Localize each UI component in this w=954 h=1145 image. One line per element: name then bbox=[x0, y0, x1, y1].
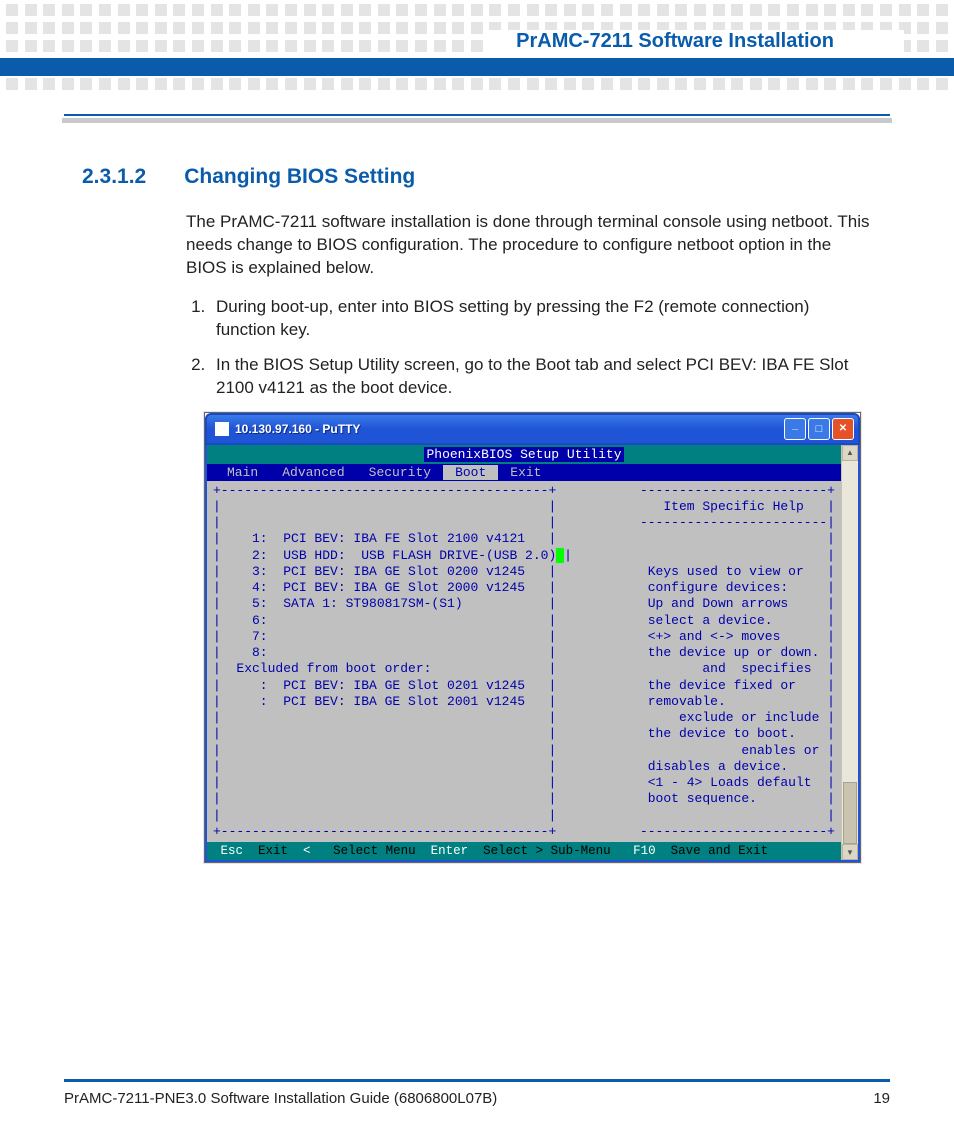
window-title: 10.130.97.160 - PuTTY bbox=[235, 422, 782, 436]
putty-screenshot: 10.130.97.160 - PuTTY PhoenixBIOS Setup … bbox=[204, 412, 861, 864]
content-area: 2.3.1.2 Changing BIOS Setting The PrAMC-… bbox=[82, 165, 872, 863]
header-rule-gray bbox=[62, 118, 892, 123]
maximize-button[interactable] bbox=[808, 418, 830, 440]
dot-pattern-lower bbox=[0, 76, 954, 94]
step-1: During boot-up, enter into BIOS setting … bbox=[210, 296, 872, 342]
scroll-down-button[interactable]: ▼ bbox=[842, 844, 858, 860]
bios-tab-boot[interactable]: Boot bbox=[443, 465, 498, 480]
footer-doc: PrAMC-7211-PNE3.0 Software Installation … bbox=[64, 1090, 497, 1107]
bios-tab-security[interactable]: Security bbox=[357, 465, 443, 480]
bios-body[interactable]: +---------------------------------------… bbox=[207, 481, 841, 843]
step-list: During boot-up, enter into BIOS setting … bbox=[186, 296, 872, 400]
footer-rule bbox=[64, 1079, 890, 1082]
scroll-up-button[interactable]: ▲ bbox=[842, 445, 858, 461]
section-title: Changing BIOS Setting bbox=[184, 165, 415, 189]
section-number: 2.3.1.2 bbox=[82, 165, 146, 189]
footer-page: 19 bbox=[873, 1090, 890, 1107]
page-title-text: PrAMC-7211 Software Installation bbox=[516, 30, 894, 53]
putty-icon bbox=[215, 422, 229, 436]
body-text: The PrAMC-7211 software installation is … bbox=[186, 211, 872, 400]
bios-title: PhoenixBIOS Setup Utility bbox=[424, 447, 623, 462]
window-titlebar[interactable]: 10.130.97.160 - PuTTY bbox=[205, 413, 860, 445]
scroll-thumb[interactable] bbox=[843, 782, 857, 844]
bios-tab-advanced[interactable]: Advanced bbox=[270, 465, 356, 480]
bios-menu-tabs[interactable]: MainAdvancedSecurityBootExit bbox=[207, 464, 841, 481]
terminal-area: PhoenixBIOS Setup Utility MainAdvancedSe… bbox=[205, 445, 860, 863]
header-rule-blue bbox=[64, 114, 890, 116]
page-title: PrAMC-7211 Software Installation bbox=[486, 30, 904, 53]
page-header: PrAMC-7211 Software Installation bbox=[0, 0, 954, 123]
intro-paragraph: The PrAMC-7211 software installation is … bbox=[186, 211, 872, 280]
page-footer: PrAMC-7211-PNE3.0 Software Installation … bbox=[64, 1079, 890, 1107]
close-button[interactable] bbox=[832, 418, 854, 440]
scrollbar[interactable]: ▲ ▼ bbox=[841, 445, 858, 861]
bios-title-bar: PhoenixBIOS Setup Utility bbox=[207, 445, 841, 464]
minimize-button[interactable] bbox=[784, 418, 806, 440]
header-blue-bar bbox=[0, 58, 954, 76]
step-2: In the BIOS Setup Utility screen, go to … bbox=[210, 354, 872, 400]
bios-tab-exit[interactable]: Exit bbox=[498, 465, 553, 480]
bios-footer-bar: Esc Exit < Select Menu Enter Select > Su… bbox=[207, 842, 841, 860]
section-heading: 2.3.1.2 Changing BIOS Setting bbox=[82, 165, 872, 189]
bios-tab-main[interactable]: Main bbox=[215, 465, 270, 480]
